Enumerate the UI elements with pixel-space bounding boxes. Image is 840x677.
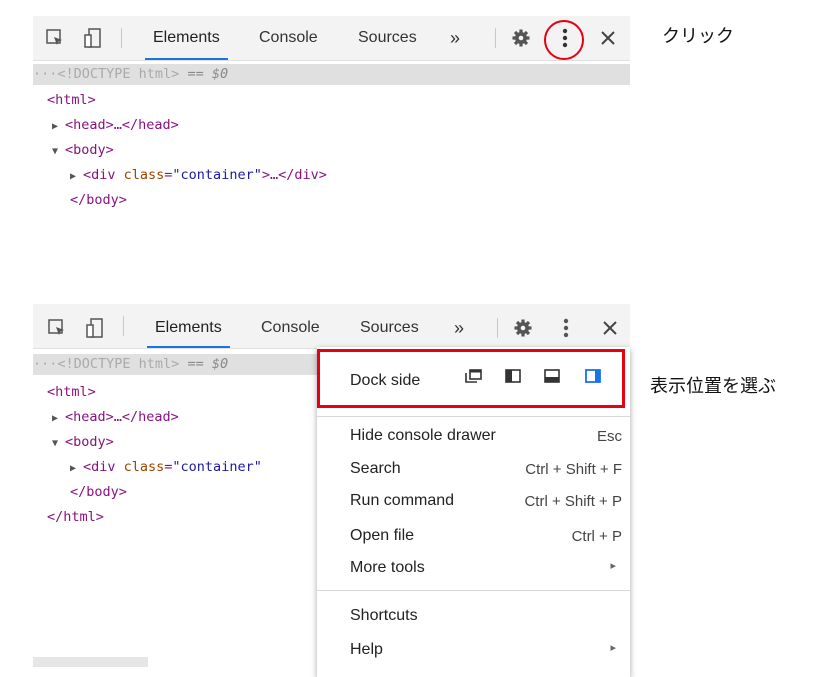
horizontal-scrollbar[interactable] xyxy=(33,657,148,667)
dom-html-open[interactable]: <html> xyxy=(47,89,96,111)
devtools-toolbar: Elements Console Sources » xyxy=(33,304,630,349)
device-toolbar-icon[interactable] xyxy=(83,316,107,340)
dom-body-row[interactable]: ▼ <body> xyxy=(52,431,114,453)
collapse-triangle-icon[interactable]: ▼ xyxy=(52,433,65,455)
menu-item-hide-console-drawer[interactable]: Hide console drawer xyxy=(350,427,496,445)
expand-triangle-icon[interactable]: ▶ xyxy=(70,458,83,480)
highlight-rectangle xyxy=(317,349,625,408)
menu-divider xyxy=(317,416,630,417)
dom-body-open: <body> xyxy=(65,434,114,450)
tab-sources[interactable]: Sources xyxy=(358,16,417,60)
dom-div-value: "container" xyxy=(172,167,262,183)
menu-item-open-file[interactable]: Open file xyxy=(350,527,414,545)
shortcut-search: Ctrl + Shift + F xyxy=(525,461,622,478)
annotation-click: クリック xyxy=(662,26,734,47)
toolbar-separator xyxy=(121,28,122,48)
toolbar-separator xyxy=(495,28,496,48)
dom-head: <head>…</head> xyxy=(65,117,179,133)
more-tabs-button[interactable]: » xyxy=(454,304,464,348)
dom-div-row[interactable]: ▶ <div class="container" xyxy=(70,456,262,478)
tab-console[interactable]: Console xyxy=(261,304,320,348)
dom-body-row[interactable]: ▼ <body> xyxy=(52,139,114,161)
shortcut-hide-console-drawer: Esc xyxy=(596,428,622,445)
doctype-node: <!DOCTYPE html> xyxy=(57,356,180,372)
selected-node-row[interactable]: ···<!DOCTYPE html> == $0 xyxy=(33,64,630,85)
menu-item-run-command[interactable]: Run command xyxy=(350,492,454,510)
devtools-panel-top: Elements Console Sources » ···<!DOCTYPE … xyxy=(33,16,630,216)
dom-body-open: <body> xyxy=(65,142,114,158)
console-ref: == $0 xyxy=(179,66,229,82)
dom-html-close[interactable]: </html> xyxy=(47,506,104,528)
doctype-node: <!DOCTYPE html> xyxy=(57,66,180,82)
settings-gear-icon[interactable] xyxy=(511,316,535,340)
annotation-select-position: 表示位置を選ぶ xyxy=(650,376,776,397)
highlight-circle xyxy=(544,20,584,60)
dom-div-row[interactable]: ▶ <div class="container">…</div> xyxy=(70,164,327,186)
dom-body-close[interactable]: </body> xyxy=(70,481,127,503)
close-icon[interactable] xyxy=(596,26,620,50)
shortcut-run-command: Ctrl + Shift + P xyxy=(524,493,622,510)
tab-elements[interactable]: Elements xyxy=(145,16,228,60)
collapse-triangle-icon[interactable]: ▼ xyxy=(52,141,65,163)
console-ref: == $0 xyxy=(179,356,229,372)
close-icon[interactable] xyxy=(598,316,622,340)
dom-div-attr: class xyxy=(123,167,165,183)
ellipsis-marker: ··· xyxy=(33,66,58,82)
expand-triangle-icon[interactable]: ▶ xyxy=(52,408,65,430)
tab-elements[interactable]: Elements xyxy=(147,304,230,348)
devtools-toolbar: Elements Console Sources » xyxy=(33,16,630,61)
toolbar-separator xyxy=(123,316,124,336)
menu-divider xyxy=(317,590,630,591)
expand-triangle-icon[interactable]: ▶ xyxy=(52,116,65,138)
menu-item-search[interactable]: Search xyxy=(350,460,401,478)
dom-div-rest: >…</div> xyxy=(261,167,327,183)
tab-sources[interactable]: Sources xyxy=(360,304,419,348)
submenu-arrow-icon: ▸ xyxy=(610,560,616,572)
tab-console[interactable]: Console xyxy=(259,16,318,60)
device-toolbar-icon[interactable] xyxy=(81,26,105,50)
settings-gear-icon[interactable] xyxy=(509,26,533,50)
dom-div-attr: class xyxy=(123,459,165,475)
ellipsis-marker: ··· xyxy=(33,356,58,372)
dom-body-close[interactable]: </body> xyxy=(70,189,127,211)
menu-item-shortcuts[interactable]: Shortcuts xyxy=(350,607,418,625)
more-vertical-icon[interactable] xyxy=(554,316,578,340)
dom-head-row[interactable]: ▶ <head>…</head> xyxy=(52,114,179,136)
inspect-element-icon[interactable] xyxy=(43,26,67,50)
submenu-arrow-icon: ▸ xyxy=(610,642,616,654)
dom-head-row[interactable]: ▶ <head>…</head> xyxy=(52,406,179,428)
inspect-element-icon[interactable] xyxy=(45,316,69,340)
dom-html-open[interactable]: <html> xyxy=(47,381,96,403)
more-tabs-button[interactable]: » xyxy=(450,16,460,60)
toolbar-separator xyxy=(497,318,498,338)
expand-triangle-icon[interactable]: ▶ xyxy=(70,166,83,188)
menu-item-help[interactable]: Help xyxy=(350,641,383,659)
menu-item-more-tools[interactable]: More tools xyxy=(350,559,425,577)
dom-head: <head>…</head> xyxy=(65,409,179,425)
shortcut-open-file: Ctrl + P xyxy=(571,528,622,545)
dom-div-value: "container" xyxy=(172,459,262,475)
